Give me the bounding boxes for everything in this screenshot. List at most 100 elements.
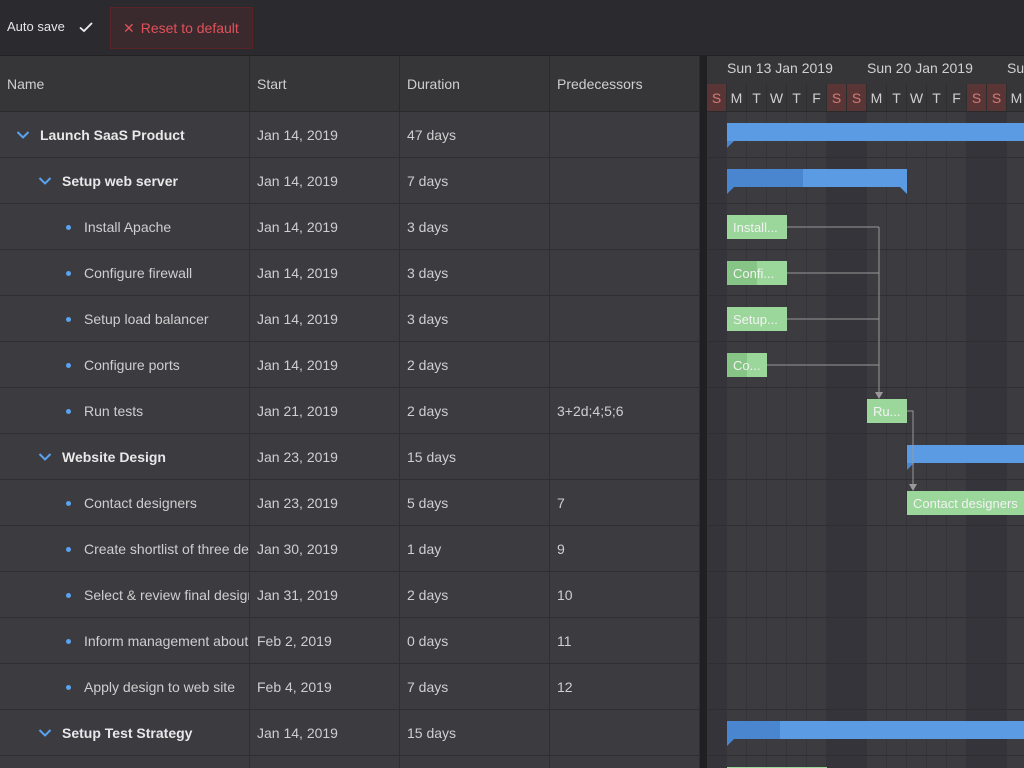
start-cell[interactable]: Jan 23, 2019: [250, 480, 400, 526]
table-row[interactable]: Setup web server Jan 14, 2019 7 days: [0, 158, 700, 204]
day-label: T: [787, 84, 807, 111]
task-name: Setup load balancer: [84, 311, 209, 327]
table-row[interactable]: Create shortlist of three designersJan 3…: [0, 526, 700, 572]
name-cell[interactable]: Contact designers: [0, 480, 250, 526]
table-row[interactable]: Apply design to web site Feb 4, 2019 7 day…: [0, 664, 700, 710]
day-label: M: [727, 84, 747, 111]
table-row[interactable]: Setup load balancer Jan 14, 2019 3 days: [0, 296, 700, 342]
task-name: Install Apache: [84, 219, 172, 235]
predecessors-cell[interactable]: 10: [550, 572, 700, 618]
name-cell[interactable]: Setup load balancer: [0, 296, 250, 342]
duration-cell[interactable]: 3 days: [400, 204, 550, 250]
table-row[interactable]: Configure ports Jan 14, 2019 2 days: [0, 342, 700, 388]
column-header-name[interactable]: Name: [0, 56, 250, 112]
task-name: Website Design: [62, 449, 166, 465]
start-cell[interactable]: Jan 14, 2019: [250, 710, 400, 756]
start-cell[interactable]: Jan 14, 2019: [250, 158, 400, 204]
table-row[interactable]: Website Design Jan 23, 2019 15 days: [0, 434, 700, 480]
predecessors-cell[interactable]: [550, 158, 700, 204]
predecessors-cell[interactable]: 11: [550, 618, 700, 664]
duration-cell[interactable]: 2 days: [400, 342, 550, 388]
predecessors-cell[interactable]: [550, 296, 700, 342]
duration-cell[interactable]: [400, 756, 550, 768]
predecessors-cell[interactable]: [550, 756, 700, 768]
name-cell[interactable]: Setup web server: [0, 158, 250, 204]
predecessors-cell[interactable]: [550, 204, 700, 250]
name-cell[interactable]: Apply design to web site: [0, 664, 250, 710]
predecessors-cell[interactable]: [550, 710, 700, 756]
name-cell[interactable]: Install Apache: [0, 204, 250, 250]
chevron-down-icon[interactable]: [38, 728, 52, 738]
predecessors-cell[interactable]: [550, 112, 700, 158]
chevron-down-icon[interactable]: [16, 130, 30, 140]
leaf-bullet-icon: [66, 408, 71, 414]
start-cell[interactable]: Jan 31, 2019: [250, 572, 400, 618]
chevron-down-icon[interactable]: [38, 452, 52, 462]
table-row[interactable]: Inform management about decisionFeb 2, 2…: [0, 618, 700, 664]
task-name: Setup Test Strategy: [62, 725, 193, 741]
predecessors-cell[interactable]: [550, 342, 700, 388]
start-cell[interactable]: Jan 14, 2019: [250, 342, 400, 388]
duration-cell[interactable]: 0 days: [400, 618, 550, 664]
column-header-start[interactable]: Start: [250, 56, 400, 112]
predecessors-cell[interactable]: 3+2d;4;5;6: [550, 388, 700, 434]
splitter[interactable]: [700, 56, 707, 768]
table-row[interactable]: [0, 756, 700, 768]
task-name: Launch SaaS Product: [40, 127, 185, 143]
chevron-down-icon[interactable]: [38, 176, 52, 186]
name-cell[interactable]: Run tests: [0, 388, 250, 434]
table-row[interactable]: Setup Test Strategy Jan 14, 2019 15 days: [0, 710, 700, 756]
start-cell[interactable]: Jan 30, 2019: [250, 526, 400, 572]
task-name: Apply design to web site: [84, 679, 235, 695]
name-cell[interactable]: Inform management about decision: [0, 618, 250, 664]
duration-cell[interactable]: 15 days: [400, 710, 550, 756]
duration-cell[interactable]: 15 days: [400, 434, 550, 480]
name-cell[interactable]: Select & review final design: [0, 572, 250, 618]
name-cell[interactable]: Setup Test Strategy: [0, 710, 250, 756]
task-name: Configure ports: [84, 357, 180, 373]
duration-cell[interactable]: 7 days: [400, 664, 550, 710]
predecessors-cell[interactable]: 9: [550, 526, 700, 572]
start-cell[interactable]: Jan 14, 2019: [250, 112, 400, 158]
table-row[interactable]: Launch SaaS Product Jan 14, 2019 47 days: [0, 112, 700, 158]
leaf-bullet-icon: [66, 316, 71, 322]
name-cell[interactable]: Launch SaaS Product: [0, 112, 250, 158]
start-cell[interactable]: Jan 14, 2019: [250, 250, 400, 296]
column-header-duration[interactable]: Duration: [400, 56, 550, 112]
predecessors-cell[interactable]: 7: [550, 480, 700, 526]
day-label: M: [1007, 84, 1024, 111]
gantt-chart: Sun 13 Jan 2019 Sun 20 Jan 2019 Sun 27 Jan…: [707, 56, 1024, 768]
name-cell[interactable]: Website Design: [0, 434, 250, 480]
table-row[interactable]: Install Apache Jan 14, 2019 3 days: [0, 204, 700, 250]
name-cell[interactable]: Configure firewall: [0, 250, 250, 296]
duration-cell[interactable]: 2 days: [400, 388, 550, 434]
start-cell[interactable]: Jan 21, 2019: [250, 388, 400, 434]
duration-cell[interactable]: 3 days: [400, 250, 550, 296]
duration-cell[interactable]: 2 days: [400, 572, 550, 618]
predecessors-cell[interactable]: 12: [550, 664, 700, 710]
duration-cell[interactable]: 47 days: [400, 112, 550, 158]
start-cell[interactable]: [250, 756, 400, 768]
table-row[interactable]: Contact designers Jan 23, 2019 5 days 7: [0, 480, 700, 526]
name-cell[interactable]: Configure ports: [0, 342, 250, 388]
table-row[interactable]: Select & review final design Jan 31, 2019…: [0, 572, 700, 618]
duration-cell[interactable]: 7 days: [400, 158, 550, 204]
start-cell[interactable]: Jan 14, 2019: [250, 204, 400, 250]
timeline-body: Install... Confi... Setup... Co... Ru... Cont…: [707, 112, 1024, 768]
table-row[interactable]: Run tests Jan 21, 2019 2 days 3+2d;4;5;6: [0, 388, 700, 434]
duration-cell[interactable]: 3 days: [400, 296, 550, 342]
predecessors-cell[interactable]: [550, 434, 700, 480]
start-cell[interactable]: Jan 23, 2019: [250, 434, 400, 480]
name-cell[interactable]: Create shortlist of three designers: [0, 526, 250, 572]
start-cell[interactable]: Jan 14, 2019: [250, 296, 400, 342]
start-cell[interactable]: Feb 2, 2019: [250, 618, 400, 664]
duration-cell[interactable]: 1 day: [400, 526, 550, 572]
duration-cell[interactable]: 5 days: [400, 480, 550, 526]
reset-to-default-button[interactable]: ✕ Reset to default: [110, 7, 253, 49]
checkmark-icon[interactable]: [78, 19, 94, 35]
start-cell[interactable]: Feb 4, 2019: [250, 664, 400, 710]
name-cell[interactable]: [0, 756, 250, 768]
predecessors-cell[interactable]: [550, 250, 700, 296]
column-header-predecessors[interactable]: Predecessors: [550, 56, 700, 112]
table-row[interactable]: Configure firewall Jan 14, 2019 3 days: [0, 250, 700, 296]
